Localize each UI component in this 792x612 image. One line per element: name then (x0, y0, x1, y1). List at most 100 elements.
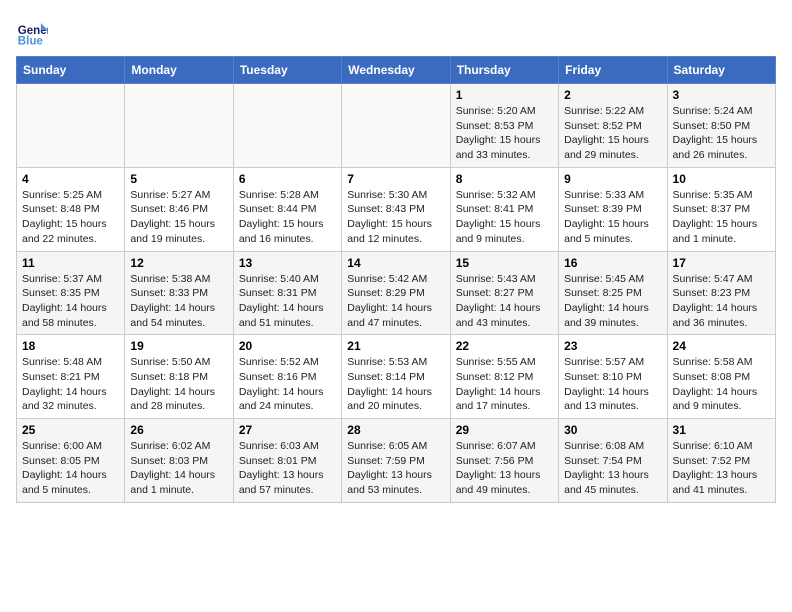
day-number: 6 (239, 172, 336, 186)
cell-text: Sunrise: 6:02 AM Sunset: 8:03 PM Dayligh… (130, 439, 227, 498)
calendar-cell: 15Sunrise: 5:43 AM Sunset: 8:27 PM Dayli… (450, 251, 558, 335)
day-number: 16 (564, 256, 661, 270)
cell-text: Sunrise: 5:57 AM Sunset: 8:10 PM Dayligh… (564, 355, 661, 414)
day-number: 10 (673, 172, 770, 186)
calendar-cell: 24 Sunrise: 5:58 AM Sunset: 8:08 PM Dayli… (667, 335, 775, 419)
day-number: 4 (22, 172, 119, 186)
calendar-cell: 13 Sunrise: 5:40 AM Sunset: 8:31 PM Dayli… (233, 251, 341, 335)
day-number: 2 (564, 88, 661, 102)
calendar-cell: 20 Sunrise: 5:52 AM Sunset: 8:16 PM Dayli… (233, 335, 341, 419)
day-number: 3 (673, 88, 770, 102)
cell-text: Sunrise: 5:47 AM Sunset: 8:23 PM Dayligh… (673, 272, 770, 331)
calendar-cell: 23 Sunrise: 5:57 AM Sunset: 8:10 PM Dayli… (559, 335, 667, 419)
weekday-monday: Monday (125, 57, 233, 84)
calendar-cell (233, 84, 341, 168)
logo-icon: General Blue (16, 16, 48, 48)
day-number: 18 (22, 339, 119, 353)
cell-text: Sunrise: 5:37 AM Sunset: 8:35 PM Dayligh… (22, 272, 119, 331)
calendar-cell: 7 Sunrise: 5:30 AM Sunset: 8:43 PM Daylig… (342, 167, 450, 251)
calendar-cell: 6Sunrise: 5:28 AM Sunset: 8:44 PM Daylig… (233, 167, 341, 251)
cell-text: Sunrise: 5:33 AM Sunset: 8:39 PM Dayligh… (564, 188, 661, 247)
calendar-cell: 17 Sunrise: 5:47 AM Sunset: 8:23 PM Dayli… (667, 251, 775, 335)
cell-text: Sunrise: 5:42 AM Sunset: 8:29 PM Dayligh… (347, 272, 444, 331)
calendar-cell: 16 Sunrise: 5:45 AM Sunset: 8:25 PM Dayli… (559, 251, 667, 335)
week-row-4: 18 Sunrise: 5:48 AM Sunset: 8:21 PM Dayli… (17, 335, 776, 419)
day-number: 8 (456, 172, 553, 186)
cell-text: Sunrise: 5:35 AM Sunset: 8:37 PM Dayligh… (673, 188, 770, 247)
day-number: 14 (347, 256, 444, 270)
day-number: 17 (673, 256, 770, 270)
cell-text: Sunrise: 5:52 AM Sunset: 8:16 PM Dayligh… (239, 355, 336, 414)
calendar-cell: 5 Sunrise: 5:27 AM Sunset: 8:46 PM Daylig… (125, 167, 233, 251)
day-number: 5 (130, 172, 227, 186)
svg-text:Blue: Blue (18, 35, 44, 47)
day-number: 28 (347, 423, 444, 437)
calendar-cell: 29 Sunrise: 6:07 AM Sunset: 7:56 PM Dayli… (450, 419, 558, 503)
calendar-cell: 31 Sunrise: 6:10 AM Sunset: 7:52 PM Dayli… (667, 419, 775, 503)
day-number: 20 (239, 339, 336, 353)
cell-text: Sunrise: 5:58 AM Sunset: 8:08 PM Dayligh… (673, 355, 770, 414)
day-number: 24 (673, 339, 770, 353)
calendar-cell: 14 Sunrise: 5:42 AM Sunset: 8:29 PM Dayli… (342, 251, 450, 335)
cell-text: Sunrise: 5:24 AM Sunset: 8:50 PM Dayligh… (673, 104, 770, 163)
cell-text: Sunrise: 6:00 AM Sunset: 8:05 PM Dayligh… (22, 439, 119, 498)
cell-text: Sunrise: 5:27 AM Sunset: 8:46 PM Dayligh… (130, 188, 227, 247)
weekday-wednesday: Wednesday (342, 57, 450, 84)
day-number: 13 (239, 256, 336, 270)
calendar-cell: 12 Sunrise: 5:38 AM Sunset: 8:33 PM Dayli… (125, 251, 233, 335)
day-number: 9 (564, 172, 661, 186)
cell-text: Sunrise: 6:10 AM Sunset: 7:52 PM Dayligh… (673, 439, 770, 498)
day-number: 29 (456, 423, 553, 437)
calendar-body: 1 Sunrise: 5:20 AM Sunset: 8:53 PM Daylig… (17, 84, 776, 503)
calendar-cell: 2 Sunrise: 5:22 AM Sunset: 8:52 PM Daylig… (559, 84, 667, 168)
calendar-cell (17, 84, 125, 168)
day-number: 23 (564, 339, 661, 353)
week-row-1: 1 Sunrise: 5:20 AM Sunset: 8:53 PM Daylig… (17, 84, 776, 168)
cell-text: Sunrise: 5:40 AM Sunset: 8:31 PM Dayligh… (239, 272, 336, 331)
day-number: 25 (22, 423, 119, 437)
weekday-sunday: Sunday (17, 57, 125, 84)
calendar-cell: 19 Sunrise: 5:50 AM Sunset: 8:18 PM Dayli… (125, 335, 233, 419)
day-number: 15 (456, 256, 553, 270)
cell-text: Sunrise: 6:08 AM Sunset: 7:54 PM Dayligh… (564, 439, 661, 498)
cell-text: Sunrise: 5:22 AM Sunset: 8:52 PM Dayligh… (564, 104, 661, 163)
cell-text: Sunrise: 5:50 AM Sunset: 8:18 PM Dayligh… (130, 355, 227, 414)
calendar-cell: 22Sunrise: 5:55 AM Sunset: 8:12 PM Dayli… (450, 335, 558, 419)
day-number: 19 (130, 339, 227, 353)
weekday-friday: Friday (559, 57, 667, 84)
cell-text: Sunrise: 5:48 AM Sunset: 8:21 PM Dayligh… (22, 355, 119, 414)
cell-text: Sunrise: 5:30 AM Sunset: 8:43 PM Dayligh… (347, 188, 444, 247)
day-number: 31 (673, 423, 770, 437)
day-number: 1 (456, 88, 553, 102)
day-number: 11 (22, 256, 119, 270)
calendar-cell: 1 Sunrise: 5:20 AM Sunset: 8:53 PM Daylig… (450, 84, 558, 168)
weekday-saturday: Saturday (667, 57, 775, 84)
calendar-cell: 8 Sunrise: 5:32 AM Sunset: 8:41 PM Daylig… (450, 167, 558, 251)
cell-text: Sunrise: 6:07 AM Sunset: 7:56 PM Dayligh… (456, 439, 553, 498)
calendar-cell: 4 Sunrise: 5:25 AM Sunset: 8:48 PM Daylig… (17, 167, 125, 251)
weekday-tuesday: Tuesday (233, 57, 341, 84)
day-number: 21 (347, 339, 444, 353)
cell-text: Sunrise: 5:38 AM Sunset: 8:33 PM Dayligh… (130, 272, 227, 331)
day-number: 26 (130, 423, 227, 437)
cell-text: Sunrise: 5:20 AM Sunset: 8:53 PM Dayligh… (456, 104, 553, 163)
calendar-cell: 3 Sunrise: 5:24 AM Sunset: 8:50 PM Daylig… (667, 84, 775, 168)
calendar-cell: 9 Sunrise: 5:33 AM Sunset: 8:39 PM Daylig… (559, 167, 667, 251)
day-number: 12 (130, 256, 227, 270)
day-number: 30 (564, 423, 661, 437)
cell-text: Sunrise: 5:32 AM Sunset: 8:41 PM Dayligh… (456, 188, 553, 247)
calendar-cell: 26 Sunrise: 6:02 AM Sunset: 8:03 PM Dayli… (125, 419, 233, 503)
logo: General Blue (16, 16, 48, 48)
cell-text: Sunrise: 5:25 AM Sunset: 8:48 PM Dayligh… (22, 188, 119, 247)
cell-text: Sunrise: 5:45 AM Sunset: 8:25 PM Dayligh… (564, 272, 661, 331)
week-row-3: 11 Sunrise: 5:37 AM Sunset: 8:35 PM Dayli… (17, 251, 776, 335)
day-number: 7 (347, 172, 444, 186)
week-row-5: 25 Sunrise: 6:00 AM Sunset: 8:05 PM Dayli… (17, 419, 776, 503)
calendar-cell: 27Sunrise: 6:03 AM Sunset: 8:01 PM Dayli… (233, 419, 341, 503)
calendar-cell: 11 Sunrise: 5:37 AM Sunset: 8:35 PM Dayli… (17, 251, 125, 335)
calendar-cell (342, 84, 450, 168)
weekday-header: SundayMondayTuesdayWednesdayThursdayFrid… (17, 57, 776, 84)
day-number: 22 (456, 339, 553, 353)
calendar-table: SundayMondayTuesdayWednesdayThursdayFrid… (16, 56, 776, 503)
cell-text: Sunrise: 5:53 AM Sunset: 8:14 PM Dayligh… (347, 355, 444, 414)
